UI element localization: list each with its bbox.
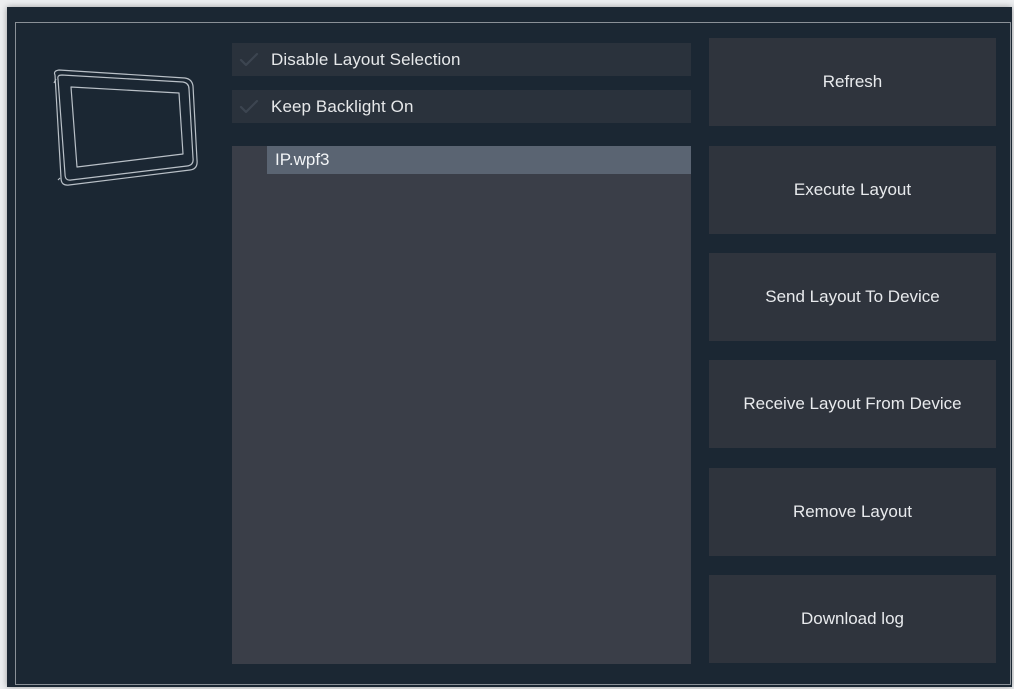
list-item[interactable]: IP.wpf3	[267, 146, 691, 174]
send-layout-to-device-button[interactable]: Send Layout To Device	[709, 253, 996, 341]
checkmark-icon	[238, 96, 260, 118]
disable-layout-selection-checkbox[interactable]: Disable Layout Selection	[232, 43, 691, 76]
keep-backlight-on-label: Keep Backlight On	[271, 96, 414, 116]
keep-backlight-on-checkbox[interactable]: Keep Backlight On	[232, 90, 691, 123]
remove-layout-button[interactable]: Remove Layout	[709, 468, 996, 556]
receive-layout-from-device-button[interactable]: Receive Layout From Device	[709, 360, 996, 448]
download-log-button[interactable]: Download log	[709, 575, 996, 663]
device-layout-panel: Disable Layout Selection Keep Backlight …	[7, 7, 1012, 687]
tablet-outline-icon	[47, 59, 207, 209]
execute-layout-button[interactable]: Execute Layout	[709, 146, 996, 234]
layout-list[interactable]: IP.wpf3	[232, 146, 691, 664]
checkmark-icon	[238, 49, 260, 71]
disable-layout-selection-label: Disable Layout Selection	[271, 49, 461, 69]
refresh-button[interactable]: Refresh	[709, 38, 996, 126]
